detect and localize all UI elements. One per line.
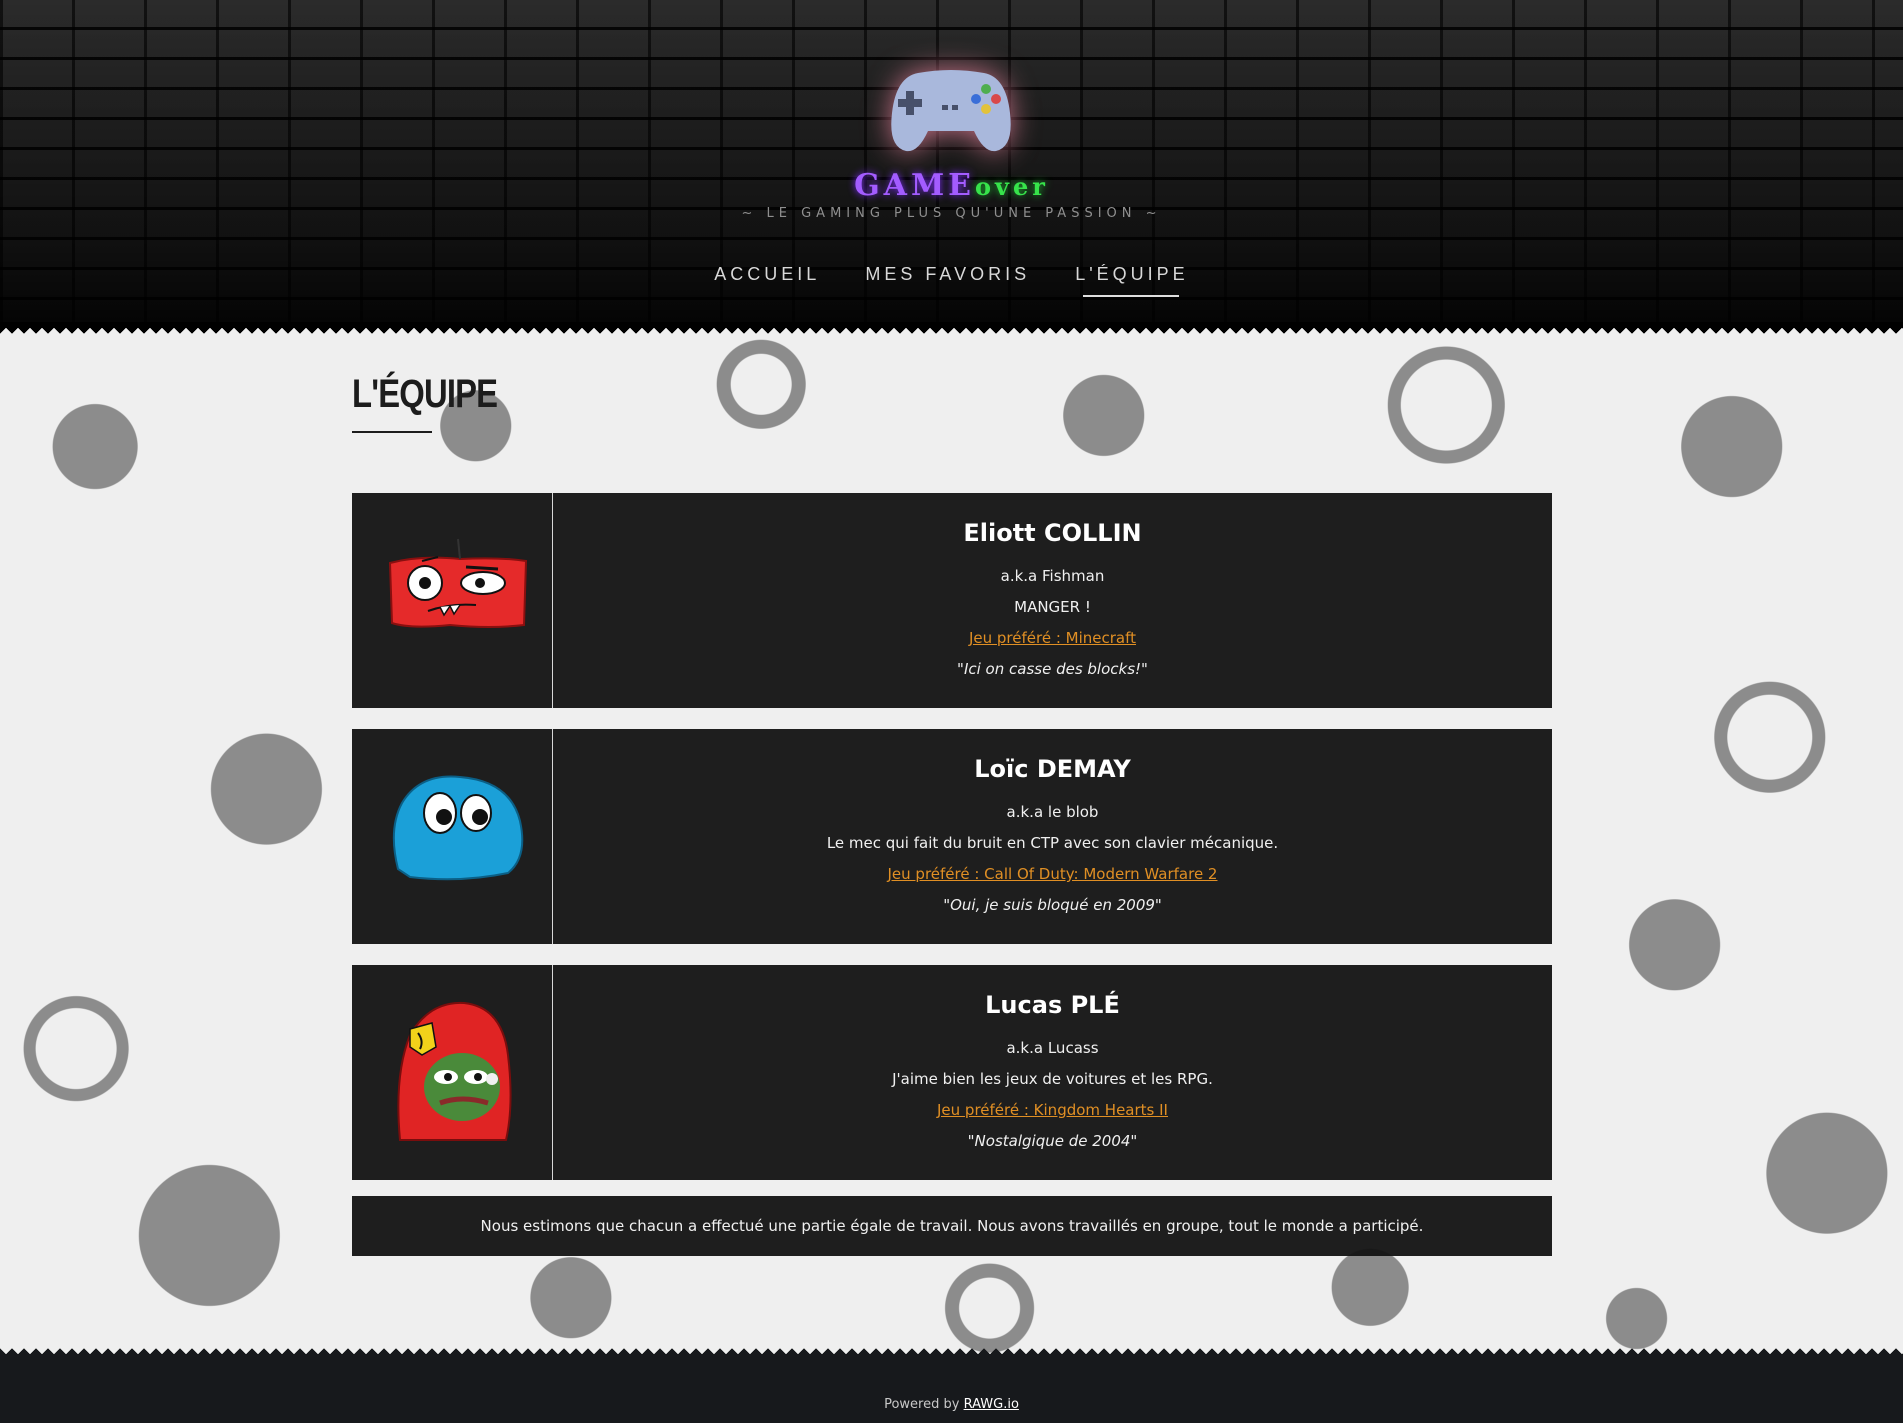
member-name: Loïc DEMAY [974,755,1131,783]
member-quote: "Nostalgique de 2004" [967,1132,1138,1150]
favorite-game-link[interactable]: Jeu préféré : Kingdom Hearts II [937,1101,1168,1119]
member-info: Eliott COLLIN a.k.a Fishman MANGER ! Jeu… [553,493,1552,708]
member-card: Loïc DEMAY a.k.a le blob Le mec qui fait… [352,729,1552,944]
avatar-column [352,493,553,708]
favorite-game-link[interactable]: Jeu préféré : Call Of Duty: Modern Warfa… [888,865,1218,883]
footer-powered-by: Powered by [884,1397,964,1412]
member-description: Le mec qui fait du bruit en CTP avec son… [826,834,1279,852]
member-quote: "Ici on casse des blocks!" [957,660,1148,678]
member-name: Lucas PLÉ [985,991,1120,1019]
work-distribution-note: Nous estimons que chacun a effectué une … [352,1196,1552,1256]
zigzag-divider [0,1346,1903,1360]
member-alias: a.k.a Fishman [1000,567,1105,585]
member-quote: "Oui, je suis bloqué en 2009" [943,896,1162,914]
member-alias: a.k.a le blob [1006,803,1099,821]
member-info: Lucas PLÉ a.k.a Lucass J'aime bien les j… [553,965,1552,1180]
tagline: ~ LE GAMING PLUS QU'UNE PASSION ~ [741,206,1162,221]
title-underline [352,431,432,433]
member-info: Loïc DEMAY a.k.a le blob Le mec qui fait… [553,729,1552,944]
brand-game: GAME [854,168,976,203]
site-header: GAMEover ~ LE GAMING PLUS QU'UNE PASSION… [0,0,1903,330]
member-description: MANGER ! [1014,598,1091,616]
member-alias: a.k.a Lucass [1006,1039,1099,1057]
avatar-column [352,729,553,944]
member-name: Eliott COLLIN [963,519,1142,547]
brand-logo[interactable]: GAMEover [0,168,1903,203]
member-description: J'aime bien les jeux de voitures et les … [892,1070,1213,1088]
blue-blob-avatar [392,775,524,881]
member-card: Eliott COLLIN a.k.a Fishman MANGER ! Jeu… [352,493,1552,708]
site-footer: Powered by RAWG.io [0,1360,1903,1423]
page-title: L'ÉQUIPE [352,372,498,416]
avatar-column [352,965,553,1180]
frog-hoodie-avatar [397,1001,512,1141]
red-face-avatar [388,538,528,628]
main-content: L'ÉQUIPE Eliott COLLIN a.k.a Fishman MAN… [0,322,1903,1360]
gamepad-icon[interactable] [888,65,1014,155]
brand-over: over [975,172,1049,201]
favorite-game-link[interactable]: Jeu préféré : Minecraft [969,629,1136,647]
main-nav: ACCUEIL MES FAVORIS L'ÉQUIPE [0,264,1903,297]
nav-mes-favoris[interactable]: MES FAVORIS [865,264,1030,297]
nav-equipe[interactable]: L'ÉQUIPE [1075,264,1188,297]
nav-accueil[interactable]: ACCUEIL [714,264,820,297]
member-card: Lucas PLÉ a.k.a Lucass J'aime bien les j… [352,965,1552,1180]
rawg-link[interactable]: RAWG.io [964,1397,1019,1412]
zigzag-divider [0,322,1903,338]
